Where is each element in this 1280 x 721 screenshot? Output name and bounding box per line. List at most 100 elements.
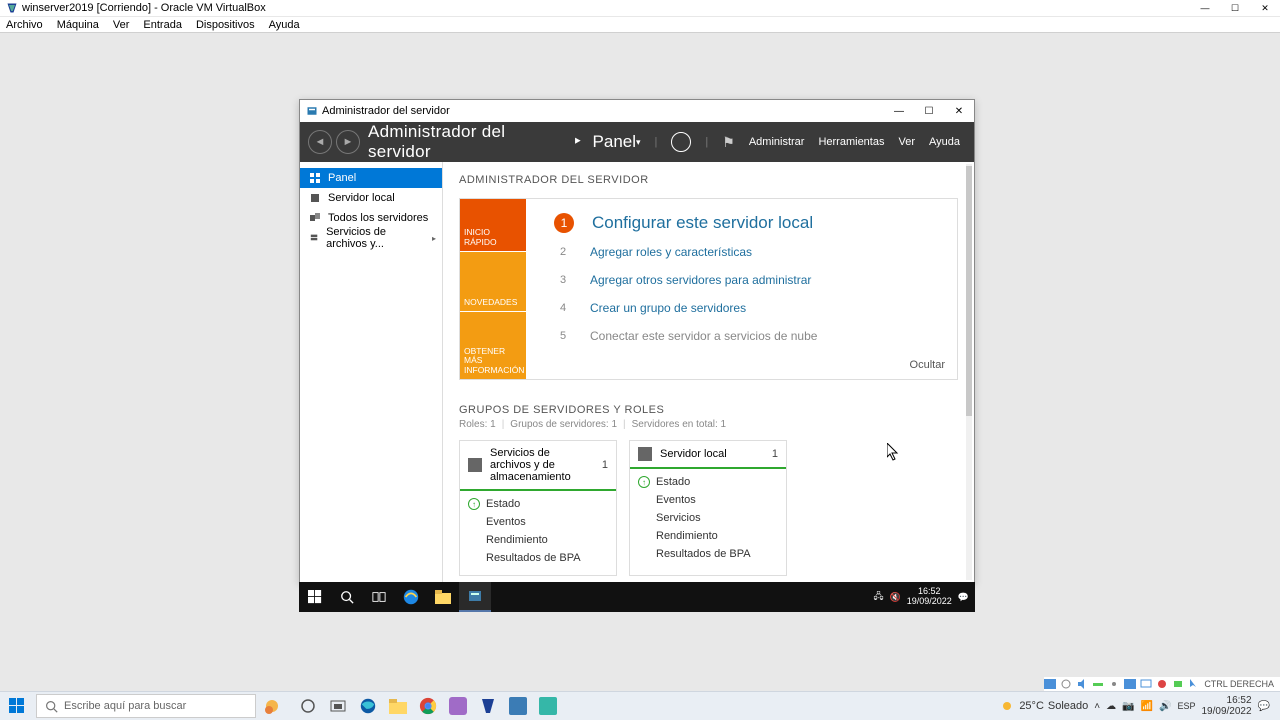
server-manager-titlebar[interactable]: Administrador del servidor — ☐ ✕ — [300, 100, 974, 122]
host-tray-sound-icon[interactable]: 🔊 — [1159, 701, 1171, 712]
vbox-network-icon[interactable] — [1092, 679, 1104, 689]
nav-forward-button[interactable]: ► — [336, 130, 360, 154]
host-clock[interactable]: 16:52 19/09/2022 — [1201, 695, 1251, 717]
vbox-optical-icon[interactable] — [1060, 679, 1072, 689]
tile-local-server[interactable]: Servidor local 1 ↑Estado Eventos Servici… — [629, 440, 787, 576]
guest-explorer-icon[interactable] — [427, 582, 459, 612]
tile-row-status[interactable]: ↑Estado — [468, 495, 608, 513]
vbox-shared-icon[interactable] — [1124, 679, 1136, 689]
host-tray-chevron-icon[interactable]: ˄ — [1094, 701, 1100, 712]
sm-minimize-button[interactable]: — — [884, 100, 914, 122]
tile-row-bpa[interactable]: Resultados de BPA — [638, 545, 778, 563]
vbox-cpu-icon[interactable] — [1172, 679, 1184, 689]
sidebar-item-dashboard[interactable]: Panel — [300, 168, 442, 188]
host-tray-onedrive-icon[interactable]: ☁ — [1106, 701, 1116, 712]
host-cortana-button[interactable] — [294, 692, 322, 720]
host-taskview-button[interactable] — [324, 692, 352, 720]
vbox-menu-help[interactable]: Ayuda — [269, 19, 300, 31]
vbox-menu-machine[interactable]: Máquina — [57, 19, 99, 31]
vbox-recording-icon[interactable] — [1156, 679, 1168, 689]
host-search-box[interactable]: Escribe aquí para buscar — [36, 694, 256, 718]
guest-clock[interactable]: 16:52 19/09/2022 — [907, 587, 952, 607]
servers-icon — [310, 213, 320, 223]
guest-search-button[interactable] — [331, 582, 363, 612]
host-app-generic-1[interactable] — [444, 692, 472, 720]
host-news-widget[interactable] — [256, 696, 288, 716]
tile-row-bpa[interactable]: Resultados de BPA — [468, 549, 608, 567]
host-edge-icon[interactable] — [354, 692, 382, 720]
welcome-tab-learnmore[interactable]: OBTENER MÁS INFORMACIÓN — [460, 311, 526, 379]
welcome-hide-link[interactable]: Ocultar — [910, 359, 945, 371]
sidebar-item-all-servers[interactable]: Todos los servidores — [300, 208, 442, 228]
welcome-panel: INICIO RÁPIDO NOVEDADES OBTENER MÁS INFO… — [459, 198, 958, 380]
vbox-audio-icon[interactable] — [1076, 679, 1088, 689]
guest-taskbar: 🖧 🔇 16:52 19/09/2022 💬 — [299, 582, 975, 612]
welcome-step-1[interactable]: 1 Configurar este servidor local — [554, 213, 943, 233]
host-start-button[interactable] — [0, 692, 34, 721]
tile-row-status[interactable]: ↑Estado — [638, 473, 778, 491]
nav-back-button[interactable]: ◄ — [308, 130, 332, 154]
guest-tray-notifications-icon[interactable]: 💬 — [958, 592, 969, 603]
vbox-maximize-button[interactable]: ☐ — [1220, 0, 1250, 17]
sm-close-button[interactable]: ✕ — [944, 100, 974, 122]
server-manager-title: Administrador del servidor — [322, 105, 450, 117]
vbox-menu-input[interactable]: Entrada — [143, 19, 182, 31]
vbox-usb-icon[interactable] — [1108, 679, 1120, 689]
vbox-menu-file[interactable]: Archivo — [6, 19, 43, 31]
menu-view[interactable]: Ver — [898, 136, 915, 148]
host-weather-widget[interactable]: 25°C Soleado — [999, 698, 1088, 714]
vbox-minimize-button[interactable]: — — [1190, 0, 1220, 17]
host-tray-notifications-icon[interactable]: 💬 — [1258, 701, 1270, 712]
tile-row-events[interactable]: Eventos — [638, 491, 778, 509]
guest-taskview-button[interactable] — [363, 582, 395, 612]
sidebar-item-local-server[interactable]: Servidor local — [300, 188, 442, 208]
guest-server-manager-taskbar-icon[interactable] — [459, 582, 491, 612]
refresh-icon[interactable] — [671, 132, 691, 152]
host-app-generic-2[interactable] — [504, 692, 532, 720]
guest-ie-icon[interactable] — [395, 582, 427, 612]
vbox-hd-icon[interactable] — [1044, 679, 1056, 689]
welcome-step-4[interactable]: 4 Crear un grupo de servidores — [554, 299, 943, 317]
tile-file-storage[interactable]: Servicios de archivos y de almacenamient… — [459, 440, 617, 576]
sidebar-item-label: Servidor local — [328, 192, 395, 204]
dashboard-icon — [310, 173, 320, 183]
vbox-display-icon[interactable] — [1140, 679, 1152, 689]
welcome-step-5[interactable]: 5 Conectar este servidor a servicios de … — [554, 327, 943, 345]
menu-help[interactable]: Ayuda — [929, 136, 960, 148]
tile-row-events[interactable]: Eventos — [468, 513, 608, 531]
vbox-menu-view[interactable]: Ver — [113, 19, 130, 31]
sidebar-item-file-services[interactable]: Servicios de archivos y... ▸ — [300, 228, 442, 248]
host-chrome-icon[interactable] — [414, 692, 442, 720]
vbox-close-button[interactable]: ✕ — [1250, 0, 1280, 17]
vbox-menu-devices[interactable]: Dispositivos — [196, 19, 255, 31]
server-manager-header: ◄ ► Administrador del servidor ‣ Panel ▾… — [300, 122, 974, 162]
vbox-mouse-icon[interactable] — [1188, 679, 1200, 689]
welcome-tab-quickstart[interactable]: INICIO RÁPIDO — [460, 199, 526, 251]
tile-row-perf[interactable]: Rendimiento — [468, 531, 608, 549]
host-virtualbox-icon[interactable] — [474, 692, 502, 720]
notifications-flag-icon[interactable]: ⚑ — [722, 134, 735, 151]
sm-maximize-button[interactable]: ☐ — [914, 100, 944, 122]
tile-row-perf[interactable]: Rendimiento — [638, 527, 778, 545]
host-tray-lang-icon[interactable]: ESP — [1177, 701, 1195, 711]
welcome-step-3[interactable]: 3 Agregar otros servidores para administ… — [554, 271, 943, 289]
chevron-right-icon: ▸ — [432, 234, 436, 243]
guest-start-button[interactable] — [299, 582, 331, 612]
tile-row-services[interactable]: Servicios — [638, 509, 778, 527]
welcome-tab-whatsnew[interactable]: NOVEDADES — [460, 251, 526, 311]
menu-manage[interactable]: Administrar — [749, 136, 805, 148]
menu-tools[interactable]: Herramientas — [818, 136, 884, 148]
guest-tray-network-icon[interactable]: 🖧 — [873, 589, 883, 605]
host-app-generic-3[interactable] — [534, 692, 562, 720]
host-search-placeholder: Escribe aquí para buscar — [64, 700, 186, 712]
host-tray-meet-icon[interactable]: 📷 — [1122, 701, 1134, 712]
host-explorer-icon[interactable] — [384, 692, 412, 720]
guest-tray-sound-icon[interactable]: 🔇 — [890, 592, 901, 603]
header-dropdown-icon[interactable]: ▾ — [636, 137, 641, 148]
breadcrumb-root[interactable]: Administrador del servidor — [368, 122, 567, 162]
welcome-step-2[interactable]: 2 Agregar roles y características — [554, 243, 943, 261]
scrollbar[interactable] — [966, 164, 972, 580]
breadcrumb-current: Panel — [593, 132, 636, 152]
host-tray-wifi-icon[interactable]: 📶 — [1141, 701, 1153, 712]
server-icon — [310, 193, 320, 203]
